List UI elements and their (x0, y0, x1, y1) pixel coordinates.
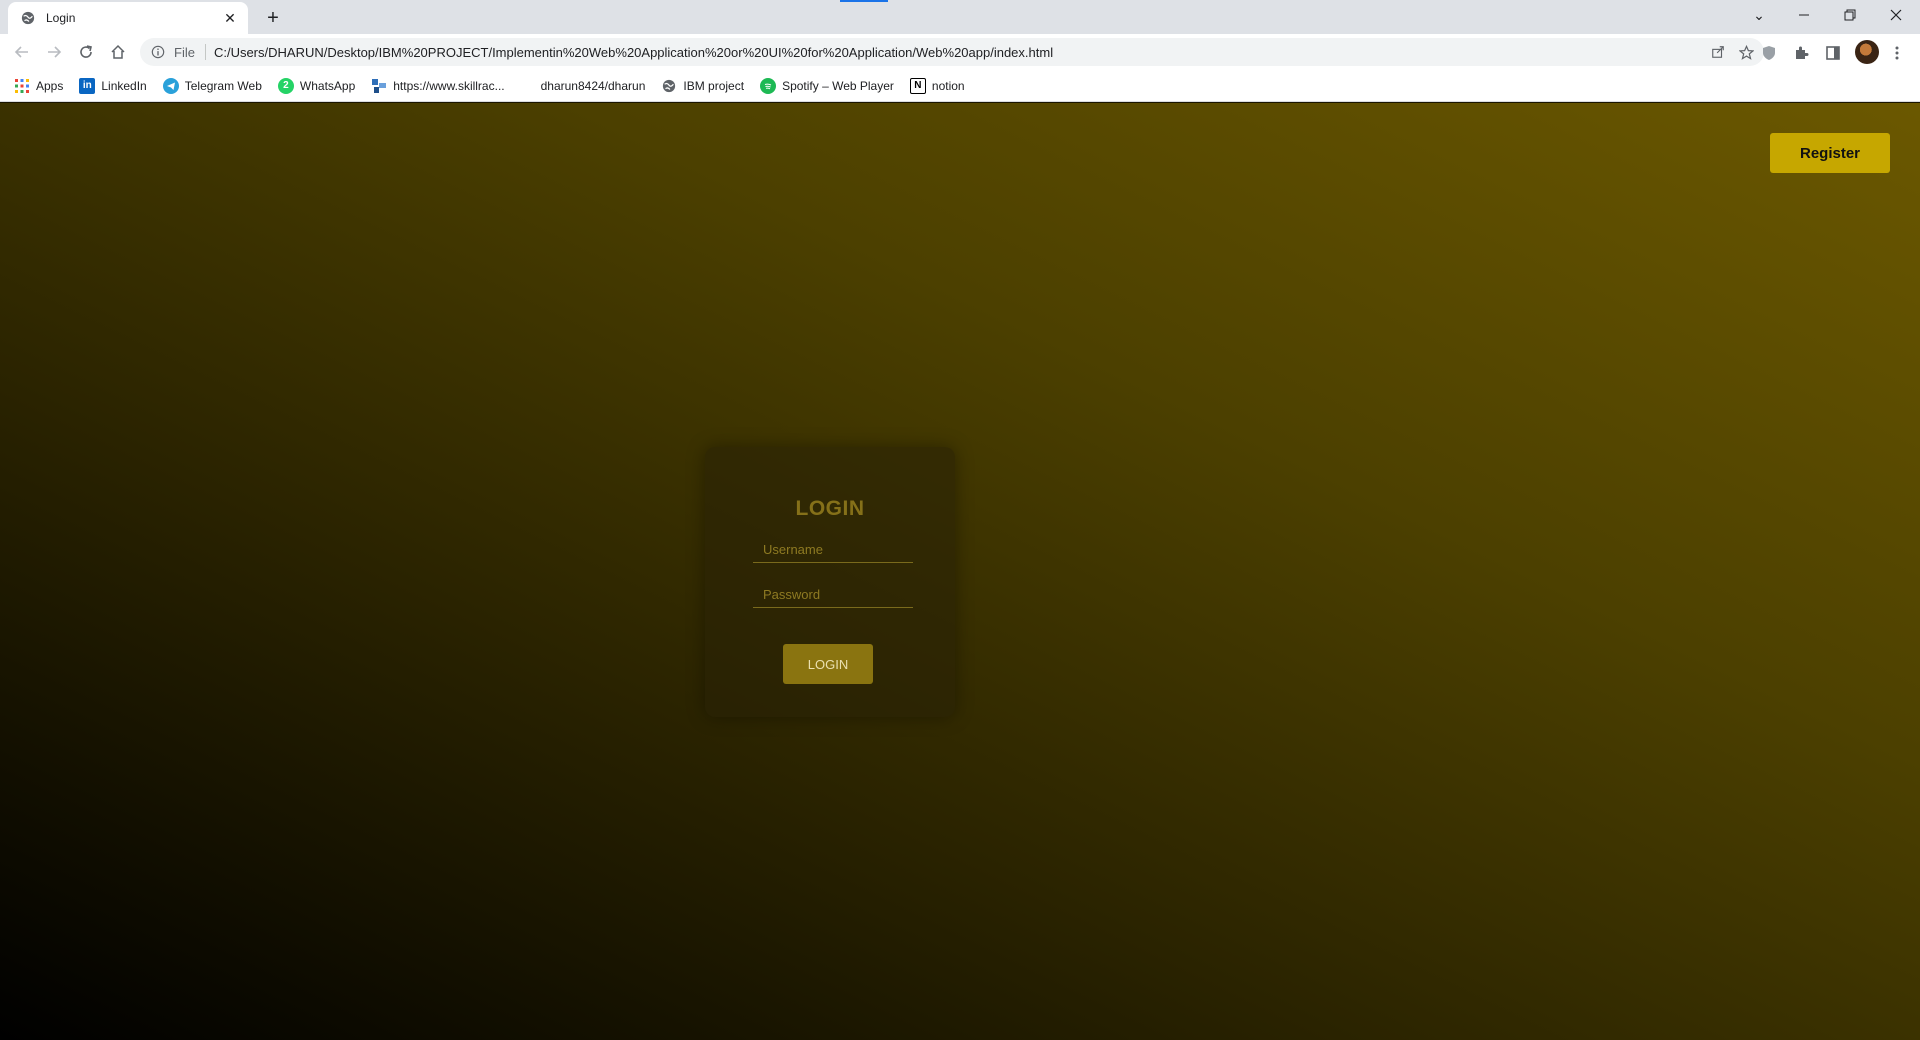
shield-extension-icon[interactable] (1758, 42, 1780, 64)
globe-icon (20, 10, 36, 26)
bookmark-label: https://www.skillrac... (393, 78, 505, 93)
bookmark-label: Spotify – Web Player (782, 78, 894, 93)
bookmark-github-repo[interactable]: dharun8424/dharun (541, 74, 646, 98)
forward-icon[interactable] (40, 38, 68, 66)
browser-toolbar: File C:/Users/DHARUN/Desktop/IBM%20PROJE… (0, 34, 1920, 70)
bookmark-label: dharun8424/dharun (540, 78, 646, 93)
url-scheme-label: File (174, 44, 195, 60)
close-icon[interactable]: ✕ (222, 10, 238, 26)
bookmark-label: Telegram Web (184, 78, 262, 93)
telegram-icon (162, 77, 179, 94)
apps-grid-icon (14, 78, 30, 94)
tab-search-icon[interactable]: ⌄ (1737, 0, 1781, 30)
tab-activity-indicator (840, 0, 888, 2)
share-icon[interactable] (1708, 42, 1728, 62)
bookmark-whatsapp[interactable]: 2 WhatsApp (277, 74, 356, 98)
linkedin-icon: in (79, 77, 96, 94)
tab-login[interactable]: Login ✕ (8, 2, 248, 34)
bookmark-label: LinkedIn (101, 78, 147, 93)
extensions-puzzle-icon[interactable] (1790, 42, 1812, 64)
close-window-icon[interactable] (1874, 0, 1918, 30)
bookmark-skillrack[interactable]: https://www.skillrac... (371, 74, 505, 98)
tab-strip: Login ✕ + ⌄ (0, 0, 1920, 34)
login-card: LOGIN LOGIN (705, 447, 955, 717)
bookmark-apps[interactable]: Apps (14, 74, 63, 98)
back-icon[interactable] (8, 38, 36, 66)
register-button[interactable]: Register (1770, 133, 1890, 173)
menu-kebab-icon[interactable] (1886, 42, 1908, 64)
bookmark-label: WhatsApp (299, 78, 356, 93)
bookmark-star-icon[interactable] (1736, 42, 1756, 62)
url-text[interactable]: C:/Users/DHARUN/Desktop/IBM%20PROJECT/Im… (214, 45, 1053, 60)
bookmark-label: notion (931, 78, 965, 93)
login-title: LOGIN (795, 497, 865, 520)
bookmark-label: IBM project (683, 78, 745, 93)
divider (204, 44, 206, 60)
restore-icon[interactable] (1828, 0, 1872, 30)
new-tab-button[interactable]: + (260, 5, 286, 31)
bookmark-notion[interactable]: N notion (909, 74, 965, 98)
tab-title: Login (46, 11, 76, 25)
info-icon[interactable] (150, 44, 166, 60)
bookmark-ibm-project[interactable]: IBM project (661, 74, 744, 98)
profile-avatar[interactable] (1855, 40, 1879, 64)
globe-icon (661, 78, 677, 94)
username-field[interactable] (753, 537, 913, 563)
password-field[interactable] (753, 582, 913, 608)
skillrack-icon (371, 78, 387, 94)
reload-icon[interactable] (72, 38, 100, 66)
bookmark-spotify[interactable]: Spotify – Web Player (760, 74, 894, 98)
login-button[interactable]: LOGIN (783, 644, 873, 684)
bookmark-linkedin[interactable]: in LinkedIn (79, 74, 147, 98)
side-panel-icon[interactable] (1822, 42, 1844, 64)
bookmark-label: Apps (36, 78, 64, 93)
home-icon[interactable] (104, 38, 132, 66)
page-background: Register LOGIN LOGIN (0, 103, 1920, 1040)
spotify-icon (760, 77, 777, 94)
bookmark-telegram[interactable]: Telegram Web (162, 74, 262, 98)
address-bar[interactable]: File C:/Users/DHARUN/Desktop/IBM%20PROJE… (140, 38, 1764, 66)
bookmarks-bar: Apps in LinkedIn Telegram Web 2 WhatsApp… (0, 70, 1920, 102)
notion-icon: N (909, 77, 926, 94)
minimize-icon[interactable] (1782, 0, 1826, 30)
whatsapp-icon: 2 (277, 77, 294, 94)
